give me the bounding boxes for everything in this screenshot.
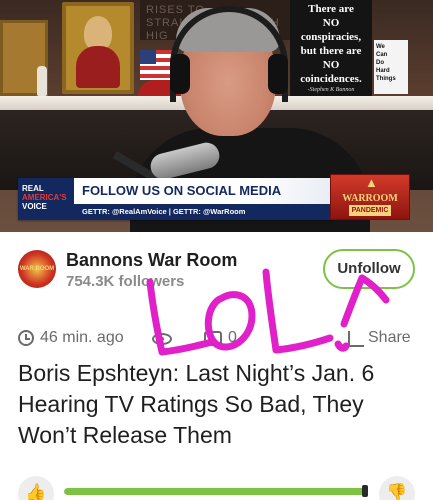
- hard-things-sign: We Can Do Hard Things: [374, 40, 408, 94]
- thumbs-up-icon[interactable]: 👍: [18, 476, 54, 500]
- channel-row: WAR ROOM Bannons War Room 754.3K followe…: [0, 240, 433, 304]
- channel-avatar[interactable]: WAR ROOM: [18, 250, 56, 288]
- vote-row: 👍 👎: [0, 472, 433, 500]
- real-americas-voice-logo: REAL AMERICA'S VOICE: [18, 178, 74, 220]
- hard-sign-line-1: We: [376, 44, 385, 50]
- quote-line-6: coincidences.: [300, 73, 362, 85]
- comment-icon[interactable]: [204, 331, 222, 346]
- logo-line-3: VOICE: [22, 202, 47, 211]
- vote-ratio-fill: [64, 488, 365, 495]
- post-time: 46 min. ago: [18, 329, 124, 347]
- quote-line-2: NO: [322, 17, 340, 29]
- quote-line-4: but there are: [300, 45, 362, 57]
- share-icon[interactable]: [348, 331, 364, 347]
- quote-line-1: There are: [308, 3, 354, 15]
- share-button[interactable]: Share: [368, 329, 411, 347]
- headphone-earcup-right: [268, 54, 288, 94]
- thumbs-down-icon[interactable]: 👎: [379, 476, 415, 500]
- hard-sign-line-4: Hard: [376, 68, 390, 74]
- post-time-label: 46 min. ago: [40, 329, 124, 346]
- views-icon: [152, 333, 172, 345]
- hard-sign-line-5: Things: [376, 76, 396, 82]
- channel-name[interactable]: Bannons War Room: [66, 250, 237, 271]
- wall-painting-jesus: [62, 2, 134, 94]
- unfollow-button[interactable]: Unfollow: [323, 249, 415, 289]
- badge-sub: PANDEMIC: [348, 205, 392, 216]
- banner-headline: FOLLOW US ON SOCIAL MEDIA: [74, 178, 332, 204]
- follower-count: 754.3K followers: [66, 273, 185, 290]
- badge-title: WARROOM: [342, 193, 398, 204]
- logo-line-1: REAL: [22, 184, 44, 193]
- hard-sign-line-3: Do: [376, 60, 384, 66]
- comment-count[interactable]: 0: [228, 329, 237, 347]
- hard-sign-line-2: Can: [376, 52, 388, 58]
- quote-signature: -Stephen K Bannon: [307, 87, 355, 93]
- warroom-pandemic-badge: WARROOM PANDEMIC: [330, 174, 410, 220]
- quote-line-3: conspiracies,: [300, 31, 362, 43]
- headphone-earcup-left: [170, 54, 190, 94]
- social-media-banner: REAL AMERICA'S VOICE FOLLOW US ON SOCIAL…: [18, 178, 332, 220]
- video-player[interactable]: RISES TO ... STRAIGHT ... EAI ... H HIG …: [0, 0, 433, 232]
- post-meta-row: 46 min. ago 0 Share: [0, 320, 433, 354]
- clock-icon: [18, 330, 34, 346]
- vote-ratio-bar: [64, 488, 368, 495]
- vote-ratio-marker: [362, 485, 368, 497]
- statue-figurine: [37, 66, 47, 96]
- post-headline[interactable]: Boris Epshteyn: Last Night’s Jan. 6 Hear…: [18, 358, 422, 451]
- quote-sign: There are NO conspiracies, but there are…: [290, 0, 372, 96]
- banner-subline: GETTR: @RealAmVoice | GETTR: @WarRoom: [74, 204, 332, 220]
- quote-line-5: NO: [322, 59, 340, 71]
- logo-line-2: AMERICA'S: [22, 193, 67, 202]
